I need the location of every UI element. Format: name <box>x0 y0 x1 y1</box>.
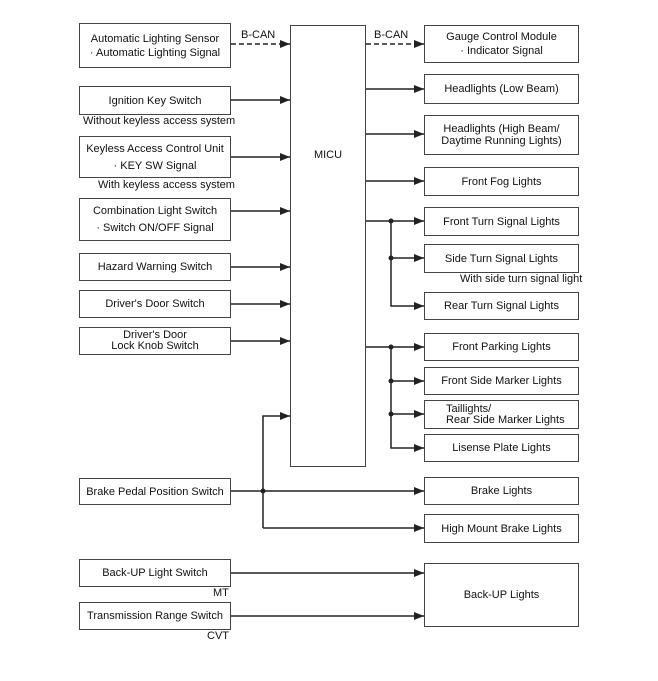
label: Combination Light Switch <box>92 205 218 217</box>
front-side-marker-box: Front Side Marker Lights <box>424 367 579 395</box>
label: Ignition Key Switch <box>108 94 202 107</box>
hazard-switch-box: Hazard Warning Switch <box>79 253 231 281</box>
label: Gauge Control Module <box>446 31 557 43</box>
keyless-access-box: Keyless Access Control Unit · KEY SW Sign… <box>79 136 231 178</box>
label: Keyless Access Control Unit <box>86 142 224 155</box>
transmission-range-switch-box: Transmission Range Switch <box>79 602 231 630</box>
micu-label: MICU <box>313 149 343 161</box>
license-plate-box: Lisense Plate Lights <box>424 434 579 462</box>
front-parking-box: Front Parking Lights <box>424 333 579 361</box>
label: Headlights (Low Beam) <box>444 83 559 95</box>
label: Automatic Lighting Sensor <box>90 32 220 45</box>
label: · Indicator Signal <box>460 45 543 57</box>
label: Back-UP Lights <box>463 589 540 601</box>
ignition-note: Without keyless access system <box>83 115 236 127</box>
low-beam-box: Headlights (Low Beam) <box>424 74 579 104</box>
mt-note: MT <box>213 587 229 599</box>
door-lock-knob-box: Driver's Door Lock Knob Switch <box>79 327 231 355</box>
side-turn-box: Side Turn Signal Lights <box>424 244 579 273</box>
label: Brake Pedal Position Switch <box>86 485 224 498</box>
label: Lock Knob Switch <box>111 340 199 352</box>
label: Hazard Warning Switch <box>97 261 213 273</box>
label: Taillights/ <box>446 402 492 415</box>
label: Daytime Running Lights) <box>441 135 562 147</box>
side-turn-note: With side turn signal light <box>460 273 583 285</box>
brake-lights-box: Brake Lights <box>424 477 579 505</box>
high-beam-box: Headlights (High Beam/Daytime Running Li… <box>424 115 579 155</box>
label: Rear Side Marker Lights <box>446 413 565 426</box>
label: Front Parking Lights <box>452 341 551 353</box>
front-turn-box: Front Turn Signal Lights <box>424 207 579 236</box>
wiring-diagram: B-CAN B-CAN MICU Automatic Lighting Sens… <box>0 0 658 681</box>
label: Side Turn Signal Lights <box>444 252 559 265</box>
label: Brake Lights <box>470 485 533 497</box>
high-mount-brake-box: High Mount Brake Lights <box>424 514 579 543</box>
brake-pedal-switch-box: Brake Pedal Position Switch <box>79 478 231 505</box>
label: · Automatic Lighting Signal <box>89 46 221 59</box>
label: Driver's Door Switch <box>105 298 205 310</box>
ignition-key-switch-box: Ignition Key Switch <box>79 86 231 115</box>
micu-box: MICU <box>290 25 366 467</box>
label: Front Side Marker Lights <box>441 375 562 387</box>
gauge-control-module-box: Gauge Control Module · Indicator Signal <box>424 25 579 63</box>
label: · KEY SW Signal <box>113 159 197 172</box>
combination-light-switch-box: Combination Light Switch · Switch ON/OFF … <box>79 198 231 241</box>
label: Headlights (High Beam/ <box>443 123 560 135</box>
backup-lights-box: Back-UP Lights <box>424 563 579 627</box>
label: Front Turn Signal Lights <box>443 215 560 228</box>
rear-turn-box: Rear Turn Signal Lights <box>424 292 579 320</box>
label: High Mount Brake Lights <box>441 522 562 535</box>
keyless-note: With keyless access system <box>98 179 235 191</box>
label: · Switch ON/OFF Signal <box>96 222 214 234</box>
door-switch-box: Driver's Door Switch <box>79 290 231 318</box>
label: Back-UP Light Switch <box>102 567 208 579</box>
label: Rear Turn Signal Lights <box>444 300 559 312</box>
auto-lighting-sensor-box: Automatic Lighting Sensor · Automatic Lig… <box>79 23 231 68</box>
bcan-out-label: B-CAN <box>374 29 409 41</box>
label: Transmission Range Switch <box>87 610 223 622</box>
label: Front Fog Lights <box>461 175 542 188</box>
backup-light-switch-box: Back-UP Light Switch <box>79 559 231 587</box>
cvt-note: CVT <box>207 630 229 642</box>
front-fog-box: Front Fog Lights <box>424 167 579 196</box>
taillights-box: Taillights/Rear Side Marker Lights <box>424 400 579 429</box>
bcan-in-label: B-CAN <box>241 29 276 41</box>
label: Lisense Plate Lights <box>452 442 551 454</box>
